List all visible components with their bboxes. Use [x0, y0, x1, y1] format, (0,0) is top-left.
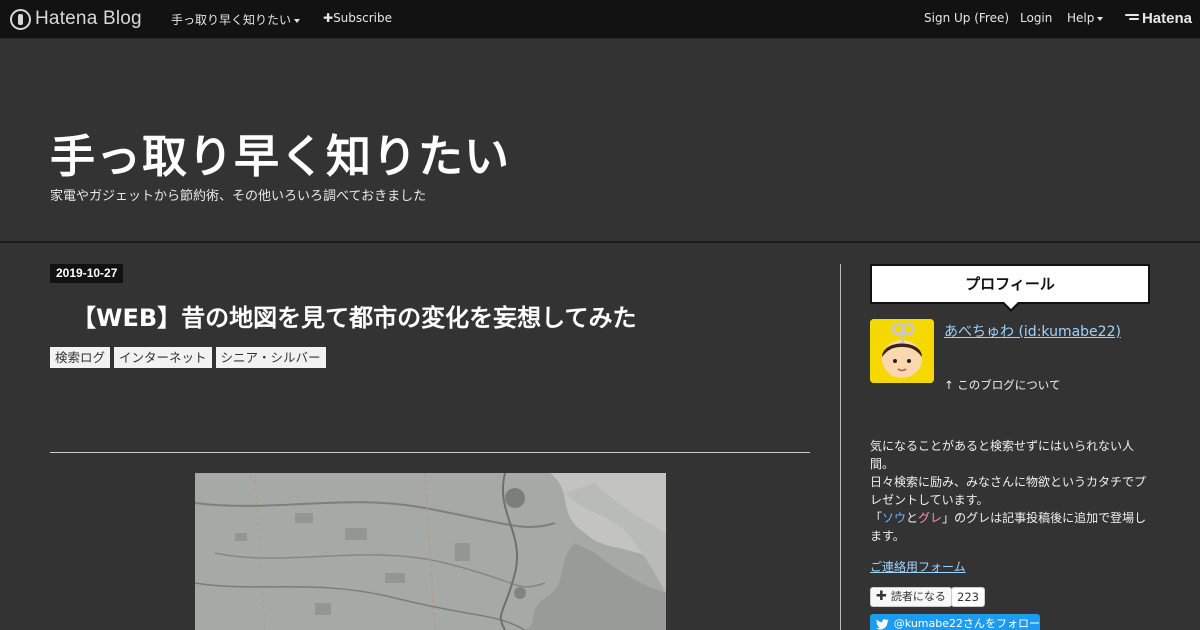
subscribe-label: Subscribe	[333, 11, 393, 25]
entry-categories: 検索ログ インターネット シニア・シルバー	[50, 347, 326, 368]
blog-title[interactable]: 手っ取り早く知りたい	[50, 120, 510, 185]
profile-description-line-3: 「ソウとグレ」のグレは記事投稿後に追加で登場します。	[870, 509, 1152, 545]
help-label: Help	[1067, 11, 1095, 25]
twitter-bird-icon	[876, 618, 889, 630]
blog-description: 家電やガジェットから節約術、その他いろいろ調べておきました	[50, 189, 427, 204]
login-link[interactable]: Login	[1020, 11, 1052, 25]
reader-button-label: 読者になる	[890, 590, 946, 603]
profile-description-line-1: 気になることがあると検索せずにはいられない人間。	[870, 439, 1135, 471]
profile-name-link[interactable]: あべちゅわ (id:kumabe22)	[944, 321, 1121, 341]
category-tag[interactable]: 検索ログ	[50, 347, 111, 368]
sidebar-divider	[840, 264, 841, 630]
plus-icon: ✚	[876, 589, 887, 604]
hatena-brand-text: Hatena	[1141, 10, 1192, 27]
desc-text: と	[906, 511, 919, 525]
global-header: Hatena Blog 手っ取り早く知りたい ✚Subscribe Sign U…	[0, 0, 1200, 39]
sou-label: ソウ	[882, 511, 907, 525]
profile-heading: プロフィール	[870, 264, 1150, 312]
entry-title[interactable]: 【WEB】昔の地図を見て都市の変化を妄想してみた	[72, 298, 636, 333]
blog-menu-label: 手っ取り早く知りたい	[171, 13, 292, 27]
entry-date[interactable]: 2019-10-27	[50, 264, 124, 283]
old-map-illustration	[195, 473, 666, 630]
gure-label: グレ	[918, 511, 943, 525]
category-tag[interactable]: インターネット	[114, 347, 212, 368]
avatar[interactable]	[870, 319, 934, 383]
twitter-follow-button[interactable]: @kumabe22さんをフォロー	[870, 614, 1040, 630]
category-tag[interactable]: シニア・シルバー	[215, 347, 326, 368]
logo-text: Hatena Blog	[35, 8, 142, 29]
hatena-blog-logo[interactable]: Hatena Blog	[10, 8, 142, 30]
profile-description-line-2: 日々検索に励み、みなさんに物欲というカタチでプレゼントしています。	[870, 475, 1147, 507]
chevron-down-icon	[294, 18, 301, 23]
hatena-brand-link[interactable]: Hatena	[1124, 10, 1192, 27]
subscribe-reader-button[interactable]: ✚ 読者になる	[870, 587, 952, 607]
reader-count-badge: 223	[951, 587, 985, 607]
old-map-image	[195, 473, 666, 630]
help-dropdown[interactable]: Help	[1067, 11, 1104, 25]
follow-button-label: @kumabe22さんをフォロー	[893, 617, 1040, 630]
profile-description: 気になることがあると検索せずにはいられない人間。 日々検索に励み、みなさんに物欲…	[870, 437, 1152, 545]
hatena-icon	[1124, 13, 1139, 24]
chevron-down-icon	[1097, 16, 1104, 21]
plus-icon: ✚	[323, 11, 334, 25]
contact-form-link[interactable]: ご連絡用フォーム	[870, 558, 966, 575]
entry-divider	[50, 452, 810, 453]
avatar-icon	[870, 319, 934, 383]
hatena-blog-logo-icon	[10, 8, 31, 30]
signup-link[interactable]: Sign Up (Free)	[924, 11, 1009, 25]
desc-text: 「	[870, 511, 883, 525]
blog-header: 手っ取り早く知りたい 家電やガジェットから節約術、その他いろいろ調べておきました	[0, 40, 1200, 243]
about-blog-link[interactable]: ↑ このブログについて	[944, 377, 1060, 393]
subscribe-button[interactable]: ✚Subscribe	[323, 11, 392, 25]
blog-menu-dropdown[interactable]: 手っ取り早く知りたい	[171, 11, 301, 28]
